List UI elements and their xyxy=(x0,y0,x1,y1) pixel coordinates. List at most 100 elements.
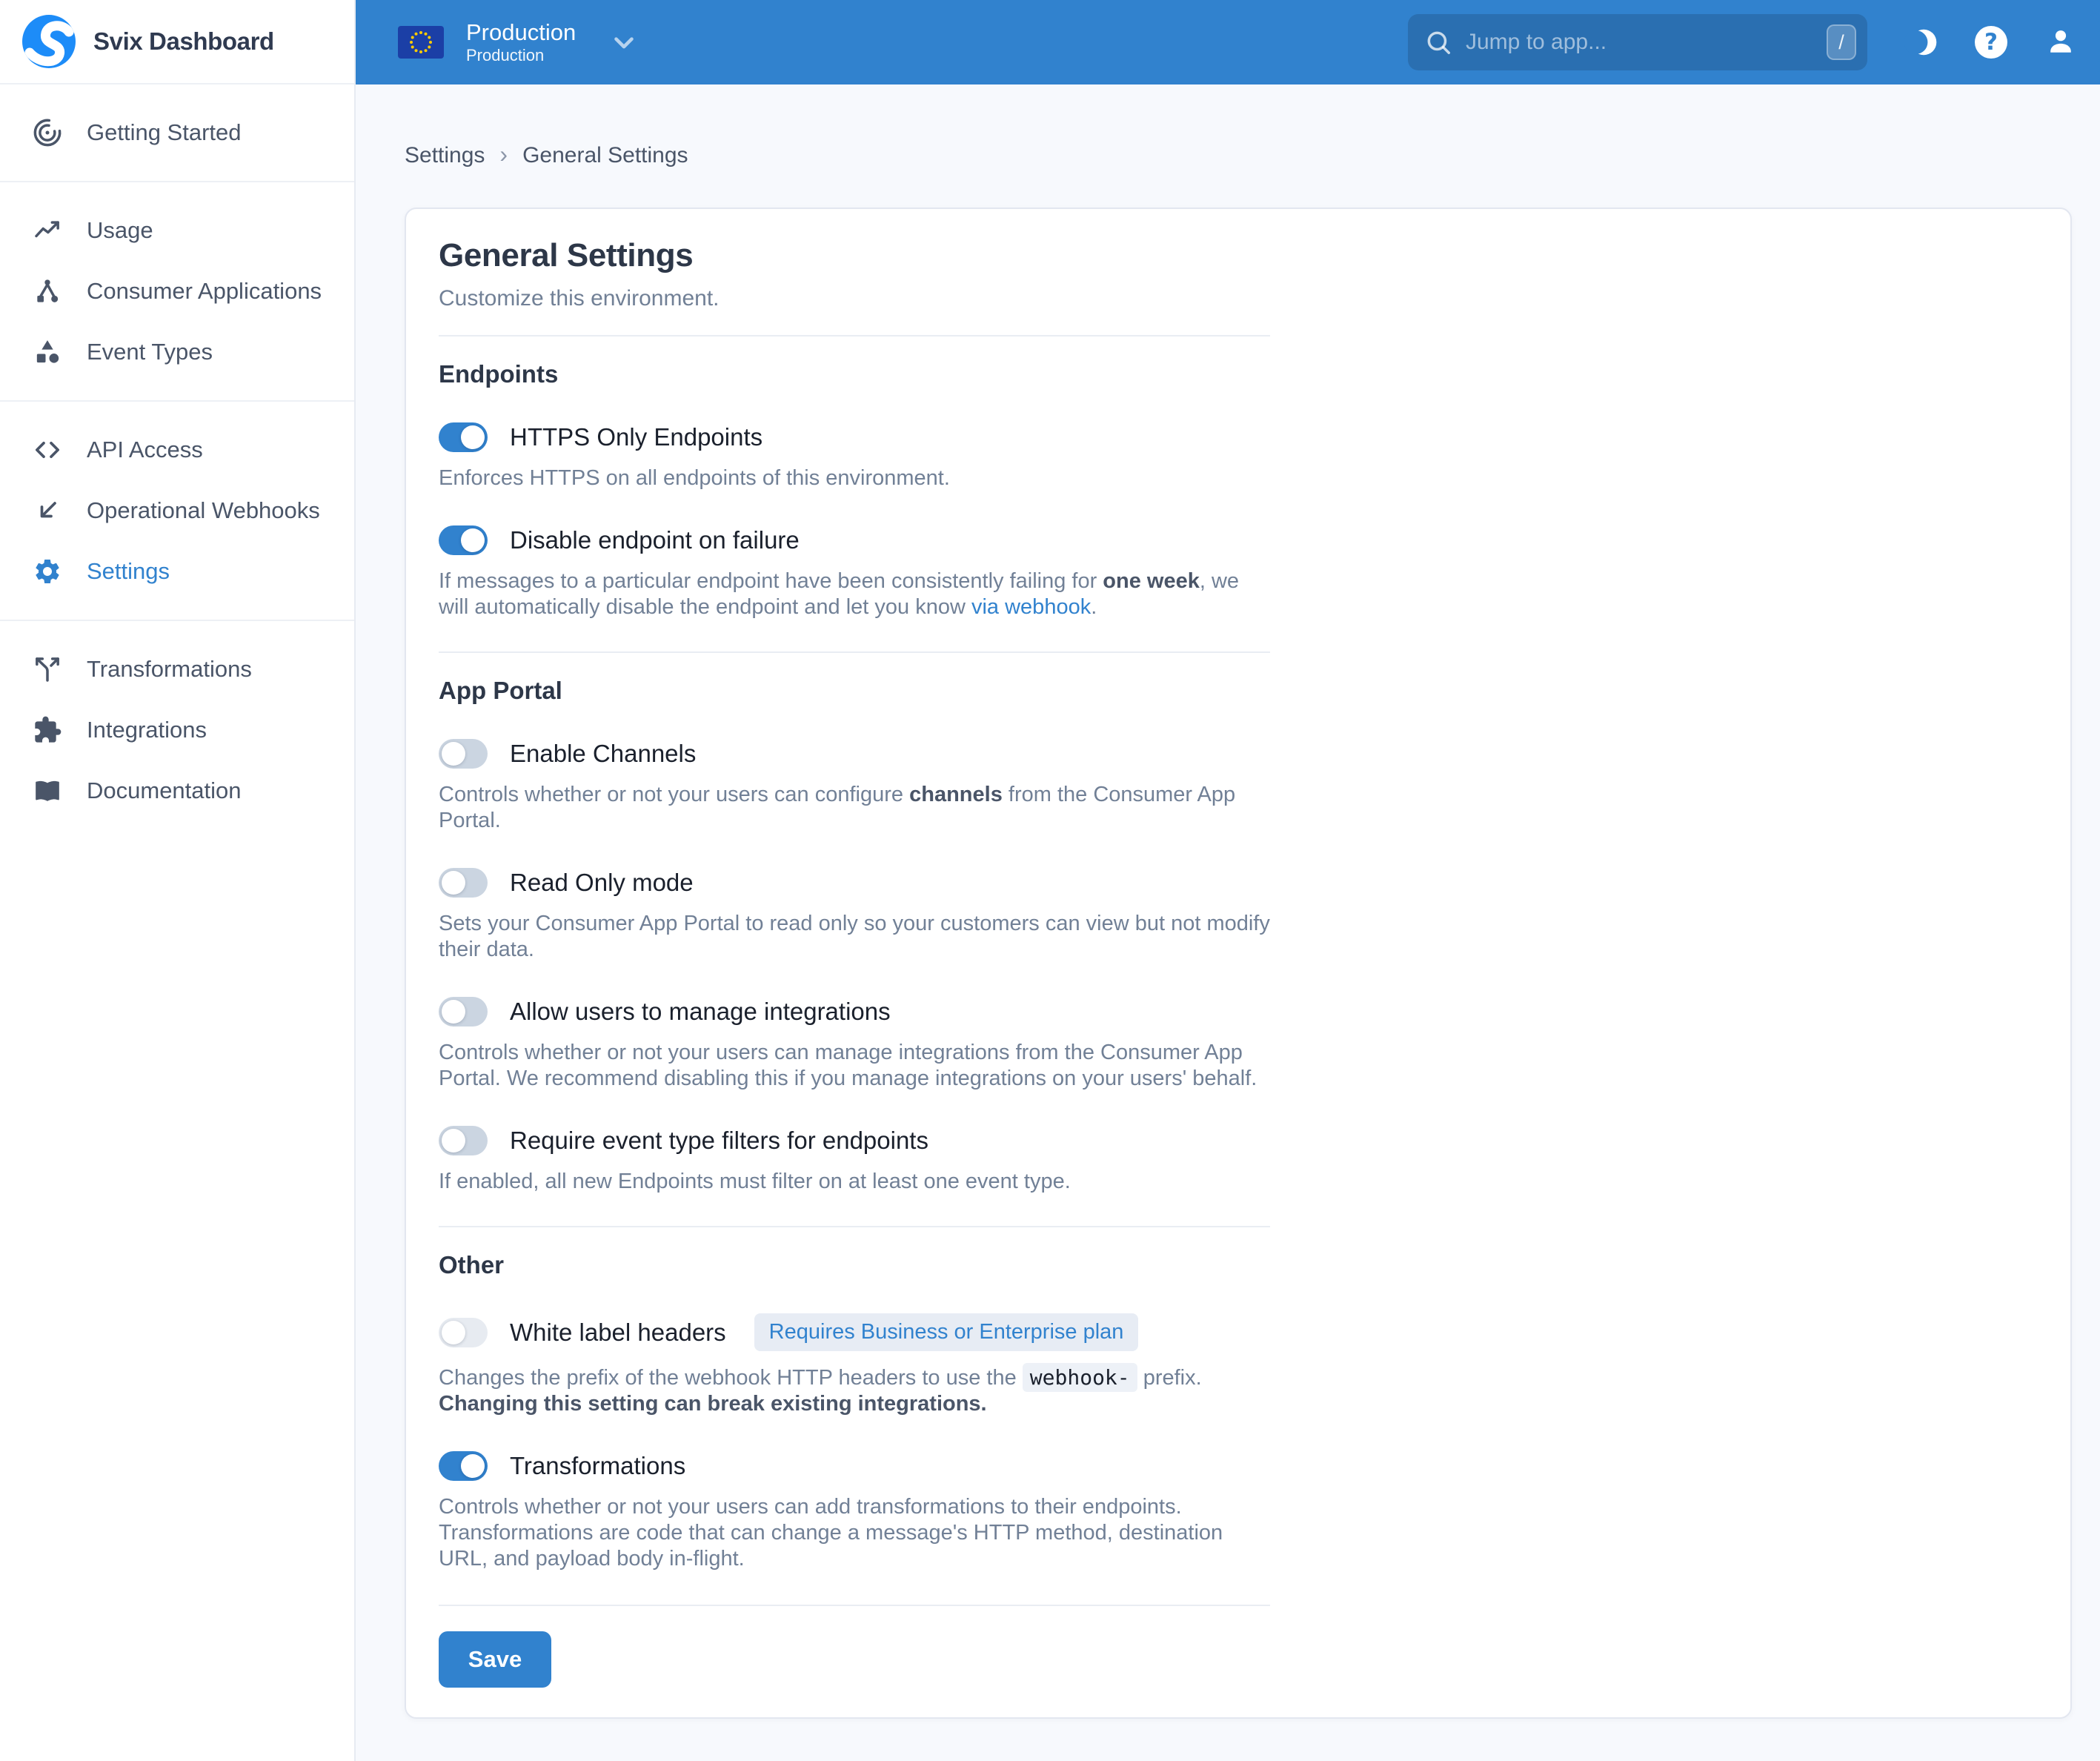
sidebar-item-label: Consumer Applications xyxy=(87,278,322,305)
read-only-mode-toggle[interactable] xyxy=(439,868,488,898)
breadcrumb-general-settings: General Settings xyxy=(522,143,688,168)
search-input[interactable] xyxy=(1466,30,1813,55)
section-divider xyxy=(439,335,1270,336)
section-other: OtherWhite label headersRequires Busines… xyxy=(439,1226,2038,1572)
setting-label: Disable endpoint on failure xyxy=(510,526,800,554)
usage-icon xyxy=(33,216,62,245)
sidebar-item-label: Operational Webhooks xyxy=(87,497,320,524)
setting-label: Allow users to manage integrations xyxy=(510,998,891,1026)
environment-name: Production xyxy=(466,21,576,44)
brand: Svix Dashboard xyxy=(0,0,354,84)
setting-description: Changes the prefix of the webhook HTTP h… xyxy=(439,1364,1272,1417)
section-heading: Endpoints xyxy=(439,360,2038,388)
operational-webhooks-icon xyxy=(33,496,62,525)
description-text: . xyxy=(1091,595,1097,619)
toggle-knob xyxy=(442,871,465,895)
setting-https-only-endpoints: HTTPS Only EndpointsEnforces HTTPS on al… xyxy=(439,422,2038,491)
section-heading: Other xyxy=(439,1251,2038,1279)
sidebar-item-label: Transformations xyxy=(87,656,252,683)
https-only-endpoints-toggle[interactable] xyxy=(439,422,488,452)
setting-disable-endpoint-on-failure: Disable endpoint on failureIf messages t… xyxy=(439,525,2038,620)
setting-description: Controls whether or not your users can a… xyxy=(439,1494,1272,1572)
main-content: Settings › General Settings General Sett… xyxy=(356,84,2100,1761)
description-text: Controls whether or not your users can m… xyxy=(439,1041,1257,1090)
toggle-knob xyxy=(442,742,465,766)
setting-label: Require event type filters for endpoints xyxy=(510,1127,928,1155)
setting-label: Transformations xyxy=(510,1452,685,1480)
sidebar-group: Transformations Integrations Documentation xyxy=(0,621,354,839)
topbar: Production Production / xyxy=(356,0,2100,84)
description-bold-text: Changing this setting can break existing… xyxy=(439,1392,987,1416)
setting-require-event-type-filters-for-endpoints: Require event type filters for endpoints… xyxy=(439,1126,2038,1195)
brand-title: Svix Dashboard xyxy=(93,27,274,56)
code-chip: webhook- xyxy=(1023,1363,1137,1392)
sidebar-group: Getting Started xyxy=(0,84,354,182)
sidebar-item-integrations[interactable]: Integrations xyxy=(0,700,354,760)
sidebar-item-documentation[interactable]: Documentation xyxy=(0,760,354,821)
general-settings-card: General Settings Customize this environm… xyxy=(405,208,2072,1719)
sidebar-item-api-access[interactable]: API Access xyxy=(0,419,354,480)
chevron-down-icon xyxy=(608,27,639,58)
help-icon: ? xyxy=(1975,26,2007,59)
event-types-icon xyxy=(33,337,62,367)
setting-enable-channels: Enable Channels Controls whether or not y… xyxy=(439,739,2038,834)
integrations-icon xyxy=(33,715,62,745)
sidebar-item-label: Usage xyxy=(87,217,153,244)
environment-selector[interactable]: Production Production xyxy=(398,21,639,64)
toggle-knob xyxy=(461,528,485,552)
breadcrumb-separator-icon: › xyxy=(499,142,508,169)
sidebar-item-operational-webhooks[interactable]: Operational Webhooks xyxy=(0,480,354,541)
sidebar-item-settings[interactable]: Settings xyxy=(0,541,354,602)
setting-row: Read Only mode xyxy=(439,868,2038,898)
search-icon xyxy=(1424,28,1452,56)
require-event-type-filters-for-endpoints-toggle[interactable] xyxy=(439,1126,488,1155)
setting-label: Read Only mode xyxy=(510,869,694,897)
dark-mode-button[interactable] xyxy=(1903,24,1940,61)
sidebar: Svix Dashboard Getting Started Usage Consu… xyxy=(0,0,356,1761)
sidebar-item-getting-started[interactable]: Getting Started xyxy=(0,102,354,163)
api-access-icon xyxy=(33,435,62,465)
page-subtitle: Customize this environment. xyxy=(439,286,2038,311)
via-webhook-link[interactable]: via webhook xyxy=(971,595,1091,619)
description-text: If enabled, all new Endpoints must filte… xyxy=(439,1170,1071,1193)
consumer-applications-icon xyxy=(33,276,62,306)
setting-row: Enable Channels xyxy=(439,739,2038,769)
breadcrumb: Settings › General Settings xyxy=(405,142,2100,169)
setting-description: Controls whether or not your users can c… xyxy=(439,782,1272,834)
breadcrumb-settings[interactable]: Settings xyxy=(405,143,485,168)
user-icon xyxy=(2044,25,2078,59)
sidebar-item-usage[interactable]: Usage xyxy=(0,200,354,261)
section-endpoints: Endpoints HTTPS Only EndpointsEnforces HT… xyxy=(439,335,2038,620)
sidebar-item-label: API Access xyxy=(87,437,203,463)
setting-transformations: Transformations Controls whether or not y… xyxy=(439,1451,2038,1572)
setting-description: If enabled, all new Endpoints must filte… xyxy=(439,1169,1272,1195)
sidebar-item-transformations[interactable]: Transformations xyxy=(0,639,354,700)
moon-icon xyxy=(1904,25,1938,59)
page-title: General Settings xyxy=(439,237,2038,274)
environment-subname: Production xyxy=(466,47,576,64)
description-text: Controls whether or not your users can a… xyxy=(439,1495,1223,1571)
description-bold-text: one week xyxy=(1103,569,1200,593)
setting-read-only-mode: Read Only modeSets your Consumer App Por… xyxy=(439,868,2038,963)
save-button[interactable]: Save xyxy=(439,1631,551,1688)
search-box[interactable]: / xyxy=(1408,14,1867,70)
svix-logo-icon xyxy=(22,15,76,68)
setting-description: Controls whether or not your users can m… xyxy=(439,1040,1272,1092)
enable-channels-toggle[interactable] xyxy=(439,739,488,769)
settings-icon xyxy=(33,557,62,586)
transformations-toggle[interactable] xyxy=(439,1451,488,1481)
sidebar-item-label: Documentation xyxy=(87,777,242,804)
help-button[interactable]: ? xyxy=(1973,24,2010,61)
sidebar-item-event-types[interactable]: Event Types xyxy=(0,322,354,382)
setting-row: HTTPS Only Endpoints xyxy=(439,422,2038,452)
allow-users-to-manage-integrations-toggle[interactable] xyxy=(439,997,488,1027)
sidebar-item-consumer-applications[interactable]: Consumer Applications xyxy=(0,261,354,322)
eu-flag-icon xyxy=(398,26,444,59)
white-label-headers-toggle[interactable] xyxy=(439,1318,488,1347)
setting-row: Allow users to manage integrations xyxy=(439,997,2038,1027)
disable-endpoint-on-failure-toggle[interactable] xyxy=(439,525,488,555)
transformations-icon xyxy=(33,654,62,684)
documentation-icon xyxy=(33,776,62,806)
toggle-knob xyxy=(461,425,485,449)
user-menu-button[interactable] xyxy=(2042,24,2079,61)
